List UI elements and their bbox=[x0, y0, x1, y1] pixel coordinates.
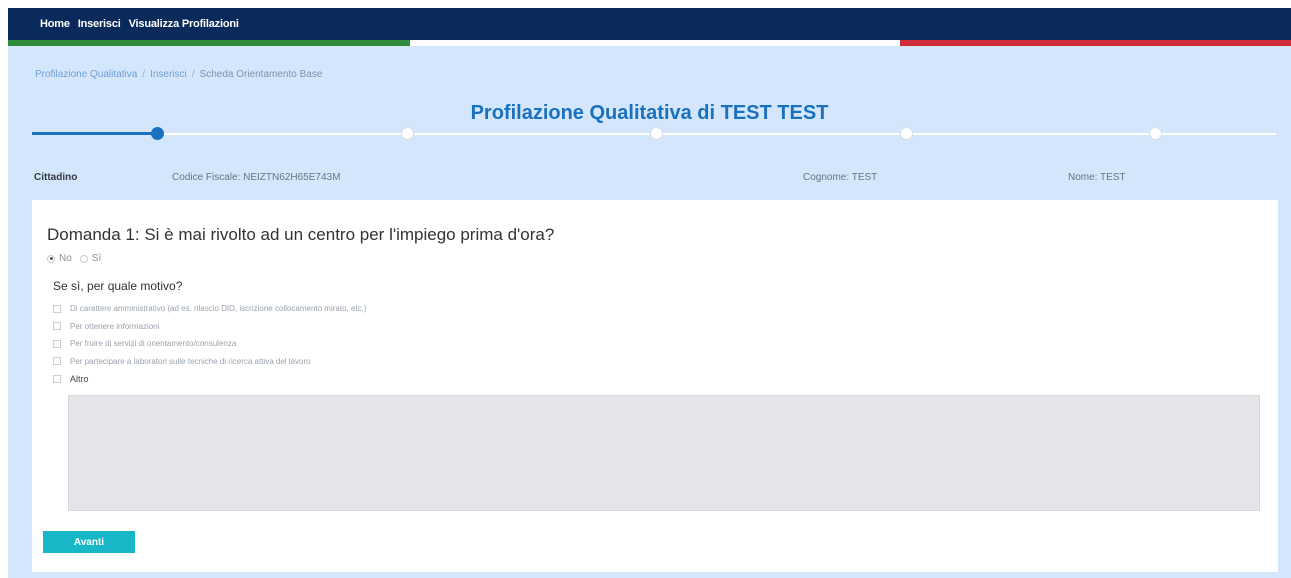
reason-label: Per fruire di servizi di orientamento/co… bbox=[70, 339, 237, 349]
page-title: Profilazione Qualitativa di TEST TEST bbox=[470, 102, 829, 124]
breadcrumb-inserisci[interactable]: Inserisci bbox=[150, 69, 187, 80]
codice-fiscale: Codice Fiscale: NEIZTN62H65E743M bbox=[172, 172, 341, 183]
cognome: Cognome: TEST bbox=[803, 172, 878, 183]
progress-stepper bbox=[32, 126, 1276, 142]
flag-white-stripe bbox=[410, 40, 900, 46]
breadcrumb-profilazione[interactable]: Profilazione Qualitativa bbox=[35, 69, 137, 80]
reason-checkbox-altro[interactable] bbox=[53, 374, 61, 383]
step-4-dot bbox=[900, 127, 913, 140]
answer-radio-group: No Sì bbox=[47, 253, 109, 264]
reason-label: Per partecipare a laboratori sulle tecni… bbox=[70, 356, 311, 366]
reason-option: Di carattere amministrativo (ad es. rila… bbox=[53, 300, 367, 318]
italian-flag-bar bbox=[8, 40, 1291, 46]
breadcrumb: Profilazione Qualitativa / Inserisci / Sched… bbox=[35, 69, 322, 80]
question-title: Domanda 1: Si è mai rivolto ad un centro… bbox=[47, 225, 555, 244]
breadcrumb-separator: / bbox=[191, 69, 195, 80]
nav-inserisci[interactable]: Inserisci bbox=[78, 18, 121, 30]
reason-checkbox-amministrativo[interactable] bbox=[53, 304, 61, 313]
altro-textarea[interactable] bbox=[68, 395, 1260, 511]
step-5-dot bbox=[1149, 127, 1162, 140]
radio-no[interactable] bbox=[47, 254, 55, 263]
question-card: Domanda 1: Si è mai rivolto ad un centro… bbox=[32, 200, 1278, 572]
breadcrumb-current: Scheda Orientamento Base bbox=[199, 69, 323, 80]
subquestion: Se sì, per quale motivo? bbox=[53, 279, 183, 293]
top-navbar: Home Inserisci Visualizza Profilazioni bbox=[8, 8, 1291, 40]
reason-label: Altro bbox=[70, 373, 89, 384]
stepper-progress-fill bbox=[32, 132, 154, 135]
step-3-dot bbox=[650, 127, 663, 140]
reason-option: Per ottenere informazioni bbox=[53, 318, 367, 336]
step-1-dot bbox=[151, 127, 164, 140]
reason-label: Per ottenere informazioni bbox=[70, 321, 160, 331]
flag-red-stripe bbox=[900, 40, 1291, 46]
reason-checkbox-list: Di carattere amministrativo (ad es. rila… bbox=[53, 300, 367, 388]
nav-home[interactable]: Home bbox=[40, 18, 70, 30]
page: Home Inserisci Visualizza Profilazioni P… bbox=[8, 8, 1291, 578]
radio-si[interactable] bbox=[79, 254, 88, 263]
reason-checkbox-laboratori[interactable] bbox=[53, 357, 61, 366]
reason-option: Per partecipare a laboratori sulle tecni… bbox=[53, 353, 367, 371]
nome: Nome: TEST bbox=[1068, 172, 1126, 183]
radio-si-label: Sì bbox=[91, 253, 102, 264]
reason-checkbox-informazioni[interactable] bbox=[53, 322, 61, 331]
citizen-label: Cittadino bbox=[34, 172, 78, 183]
radio-no-label: No bbox=[59, 253, 72, 264]
reason-checkbox-orientamento[interactable] bbox=[53, 339, 61, 348]
reason-option: Per fruire di servizi di orientamento/co… bbox=[53, 335, 367, 353]
avanti-button[interactable]: Avanti bbox=[43, 531, 135, 553]
breadcrumb-separator: / bbox=[142, 69, 146, 80]
step-2-dot bbox=[401, 127, 414, 140]
reason-label: Di carattere amministrativo (ad es. rila… bbox=[70, 304, 367, 314]
nav-visualizza-profilazioni[interactable]: Visualizza Profilazioni bbox=[129, 18, 239, 30]
reason-option: Altro bbox=[53, 370, 367, 388]
flag-green-stripe bbox=[8, 40, 410, 46]
